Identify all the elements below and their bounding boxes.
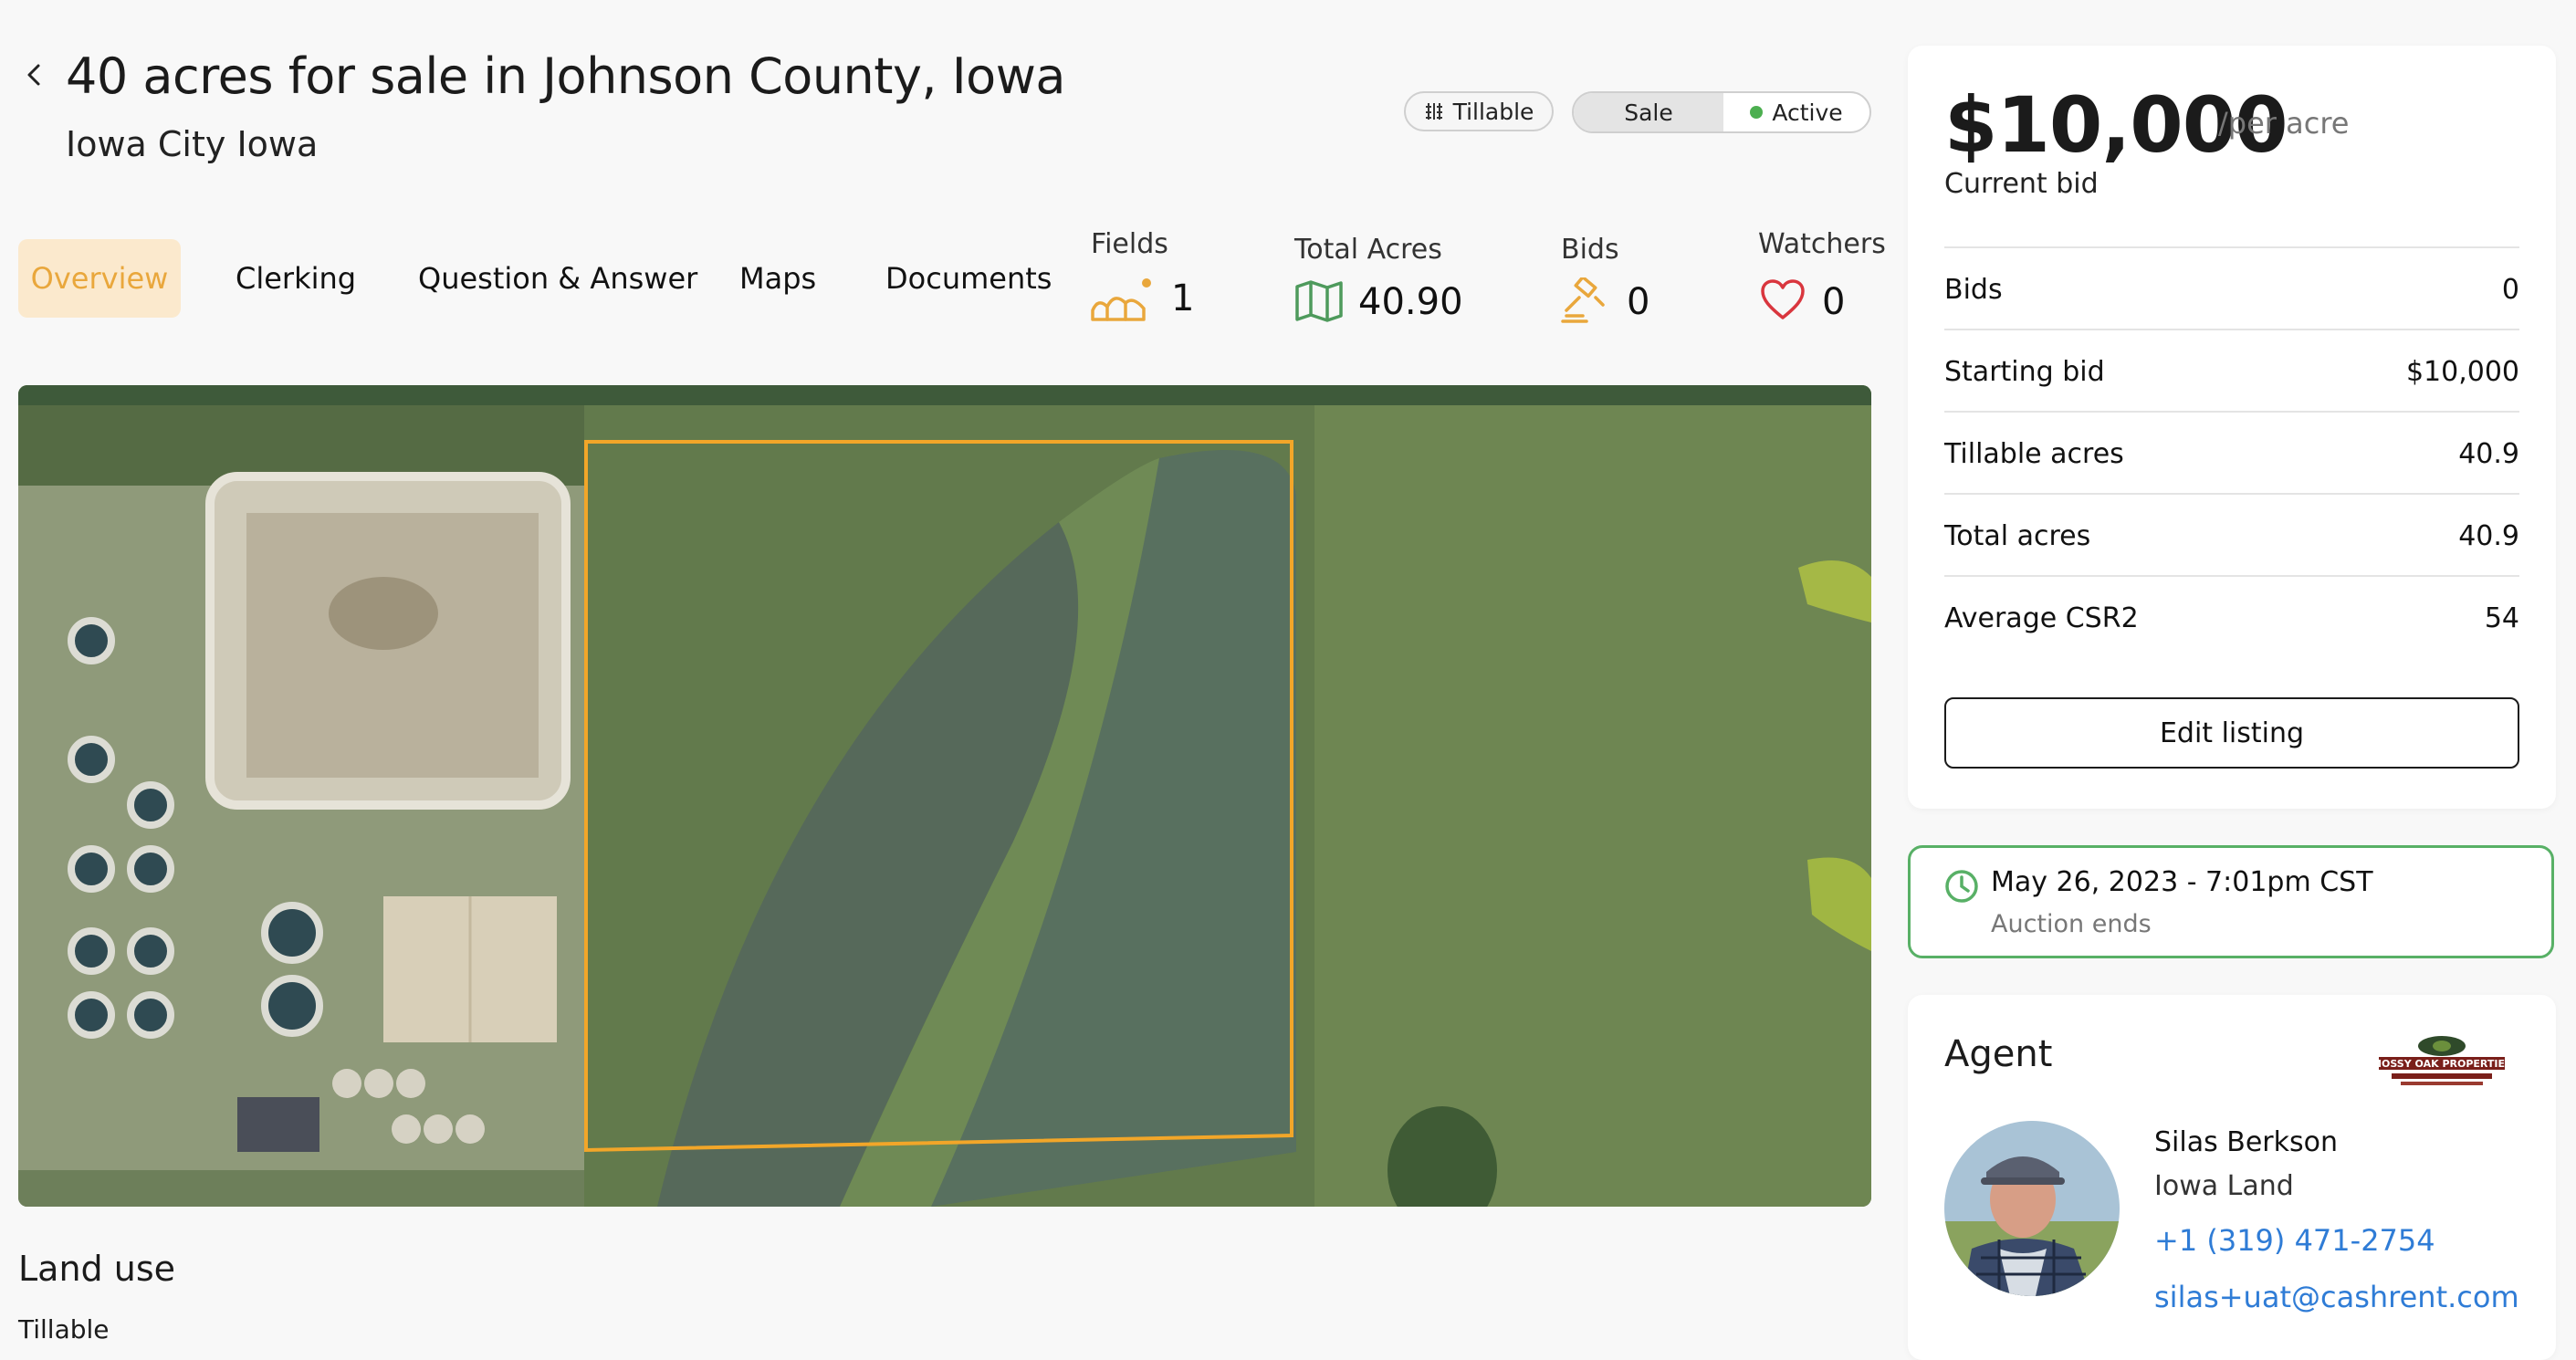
tillable-chip: Tillable xyxy=(1404,91,1554,131)
detail-row-value: 40.9 xyxy=(2458,437,2519,470)
logo-text: MOSSY OAK PROPERTIES xyxy=(2373,1058,2510,1070)
stat-watchers-value: 0 xyxy=(1822,281,1846,323)
auction-end-label: Auction ends xyxy=(1991,910,2152,938)
tillable-icon xyxy=(1425,103,1442,120)
page-title: 40 acres for sale in Johnson County, Iow… xyxy=(66,47,1065,105)
auction-end-date: May 26, 2023 - 7:01pm CST xyxy=(1991,866,2373,898)
agent-email-link[interactable]: silas+uat@cashrent.com xyxy=(2154,1280,2519,1314)
tab-overview[interactable]: Overview xyxy=(18,239,181,318)
heart-icon[interactable] xyxy=(1760,279,1806,321)
detail-row-bids: Bids 0 xyxy=(1944,246,2519,330)
stat-bids-label: Bids xyxy=(1561,234,1619,266)
map-icon xyxy=(1295,280,1343,322)
detail-row-tillable-acres: Tillable acres 40.9 xyxy=(1944,411,2519,495)
detail-row-value: 0 xyxy=(2501,273,2519,306)
detail-row-label: Average CSR2 xyxy=(1944,602,2139,634)
agent-company: Iowa Land xyxy=(2154,1170,2294,1202)
stat-total-acres-label: Total Acres xyxy=(1294,234,1442,266)
detail-row-value: 54 xyxy=(2484,602,2519,634)
active-dot-icon xyxy=(1750,106,1764,119)
agent-name: Silas Berkson xyxy=(2154,1126,2339,1158)
detail-row-value: 40.9 xyxy=(2458,519,2519,552)
detail-row-label: Total acres xyxy=(1944,519,2091,552)
agent-card: Agent MOSSY OAK PROPERTIES Silas Berkson… xyxy=(1908,995,2556,1360)
fields-icon xyxy=(1091,278,1151,321)
auction-ends-card: May 26, 2023 - 7:01pm CST Auction ends xyxy=(1908,845,2554,958)
agent-heading: Agent xyxy=(1944,1033,2053,1075)
status-toggle: Sale Active xyxy=(1572,91,1871,133)
agent-phone-link[interactable]: +1 (319) 471-2754 xyxy=(2154,1223,2435,1258)
aerial-map[interactable] xyxy=(18,385,1871,1207)
stat-bids-value: 0 xyxy=(1627,281,1650,323)
land-use-value: Tillable xyxy=(18,1314,110,1344)
tab-maps[interactable]: Maps xyxy=(739,239,816,318)
stat-fields-value: 1 xyxy=(1171,277,1195,319)
detail-row-average-csr2: Average CSR2 54 xyxy=(1944,575,2519,659)
detail-row-label: Bids xyxy=(1944,273,2003,306)
tillable-chip-label: Tillable xyxy=(1452,98,1534,125)
active-badge: Active xyxy=(1723,93,1869,131)
stat-fields-label: Fields xyxy=(1091,228,1168,260)
bid-summary-card: $10,000 /per acre Current bid Bids 0 Sta… xyxy=(1908,46,2556,809)
agent-photo xyxy=(1944,1121,2120,1296)
active-badge-label: Active xyxy=(1772,99,1843,126)
mossy-oak-logo: MOSSY OAK PROPERTIES xyxy=(2373,1036,2510,1085)
gavel-icon xyxy=(1561,277,1605,323)
tab-clerking[interactable]: Clerking xyxy=(236,239,356,318)
detail-row-label: Tillable acres xyxy=(1944,437,2124,470)
edit-listing-button[interactable]: Edit listing xyxy=(1944,697,2519,769)
detail-row-value: $10,000 xyxy=(2405,355,2519,388)
tab-documents[interactable]: Documents xyxy=(885,239,1052,318)
price-unit: /per acre xyxy=(2218,106,2350,141)
detail-row-total-acres: Total acres 40.9 xyxy=(1944,493,2519,577)
detail-row-label: Starting bid xyxy=(1944,355,2105,388)
stat-total-acres-value: 40.90 xyxy=(1358,281,1463,323)
current-bid-label: Current bid xyxy=(1944,168,2099,200)
stat-watchers-label: Watchers xyxy=(1758,228,1886,260)
detail-row-starting-bid: Starting bid $10,000 xyxy=(1944,329,2519,413)
sale-badge: Sale xyxy=(1574,93,1723,131)
tab-question-answer[interactable]: Question & Answer xyxy=(418,239,697,318)
page-subtitle: Iowa City Iowa xyxy=(66,124,319,164)
land-use-heading: Land use xyxy=(18,1249,176,1289)
aerial-map-image xyxy=(18,385,1871,1207)
clock-icon xyxy=(1945,870,1978,903)
agent-avatar xyxy=(1944,1121,2120,1296)
back-chevron-icon[interactable] xyxy=(16,57,53,93)
